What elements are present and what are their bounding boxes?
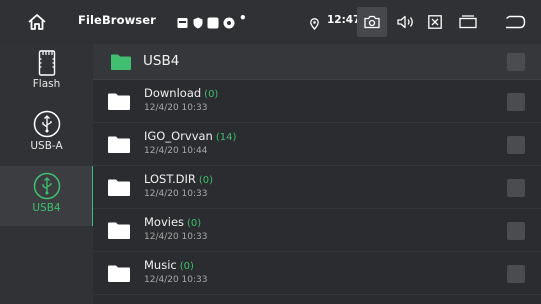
folder-icon — [108, 136, 130, 153]
row-checkbox[interactable] — [507, 265, 525, 283]
list-item[interactable]: Music (0) 12/4/20 10:33 — [93, 253, 541, 295]
list-item[interactable]: Download (0) 12/4/20 10:33 — [93, 81, 541, 123]
file-name: Movies (0) — [144, 215, 202, 229]
folder-icon — [108, 265, 130, 282]
item-count: (0) — [198, 175, 214, 186]
item-count: (0) — [179, 261, 194, 272]
folder-icon — [111, 54, 131, 70]
sidebar-item-label: USB4 — [32, 202, 61, 214]
location-icon — [310, 15, 319, 34]
file-name: LOST.DIR (0) — [144, 172, 214, 186]
gallery-notification-icon — [177, 14, 188, 33]
home-icon[interactable] — [22, 0, 52, 44]
back-icon[interactable] — [500, 0, 530, 44]
close-window-icon[interactable] — [424, 0, 446, 44]
row-checkbox[interactable] — [507, 136, 525, 154]
clock: 12:47 — [327, 14, 361, 26]
folder-icon — [108, 222, 130, 239]
file-name: Download (0) — [144, 86, 219, 100]
file-date: 12/4/20 10:33 — [144, 103, 208, 113]
folder-icon — [108, 93, 130, 110]
volume-icon[interactable] — [393, 0, 419, 44]
usb-icon — [33, 110, 60, 138]
screenshot-camera-icon[interactable] — [357, 7, 387, 37]
file-date: 12/4/20 10:44 — [144, 146, 208, 156]
list-item[interactable]: LOST.DIR (0) 12/4/20 10:33 — [93, 167, 541, 209]
current-folder-header[interactable]: USB4 — [93, 44, 541, 80]
file-list-panel: USB4 Download (0) 12/4/20 10:33 IGO_Orvva… — [93, 44, 541, 304]
sidebar-item-label: USB-A — [30, 140, 63, 152]
file-date: 12/4/20 10:33 — [144, 232, 208, 242]
usb-icon — [33, 172, 60, 200]
row-checkbox[interactable] — [507, 179, 525, 197]
file-date: 12/4/20 10:33 — [144, 275, 208, 285]
more-notifications-dot: • — [239, 11, 247, 25]
item-count: (0) — [204, 89, 219, 100]
file-date: 12/4/20 10:33 — [144, 189, 208, 199]
recent-apps-icon[interactable] — [455, 0, 481, 44]
app-title: FileBrowser — [78, 13, 156, 27]
status-bar: FileBrowser • 12:47 — [0, 0, 541, 44]
sd-card-icon — [38, 50, 55, 76]
item-count: (14) — [215, 132, 237, 143]
row-checkbox[interactable] — [507, 93, 525, 111]
square-notification-icon — [207, 14, 219, 33]
sidebar-item-flash[interactable]: Flash — [0, 44, 93, 102]
circle-notification-icon — [223, 14, 235, 33]
list-item[interactable]: Movies (0) 12/4/20 10:33 — [93, 210, 541, 252]
sidebar-item-usb4[interactable]: USB4 — [0, 166, 94, 226]
sidebar-item-label: Flash — [32, 78, 61, 90]
item-count: (0) — [187, 218, 202, 229]
row-checkbox[interactable] — [507, 222, 525, 240]
folder-icon — [108, 179, 130, 196]
file-name: Music (0) — [144, 258, 194, 272]
storage-sidebar: Flash USB-A USB4 — [0, 44, 94, 304]
list-item[interactable]: IGO_Orvvan (14) 12/4/20 10:44 — [93, 124, 541, 166]
sidebar-item-usb-a[interactable]: USB-A — [0, 106, 93, 164]
select-all-checkbox[interactable] — [507, 53, 525, 71]
shield-notification-icon — [193, 14, 203, 33]
current-folder-title: USB4 — [143, 53, 180, 69]
file-name: IGO_Orvvan (14) — [144, 129, 237, 143]
